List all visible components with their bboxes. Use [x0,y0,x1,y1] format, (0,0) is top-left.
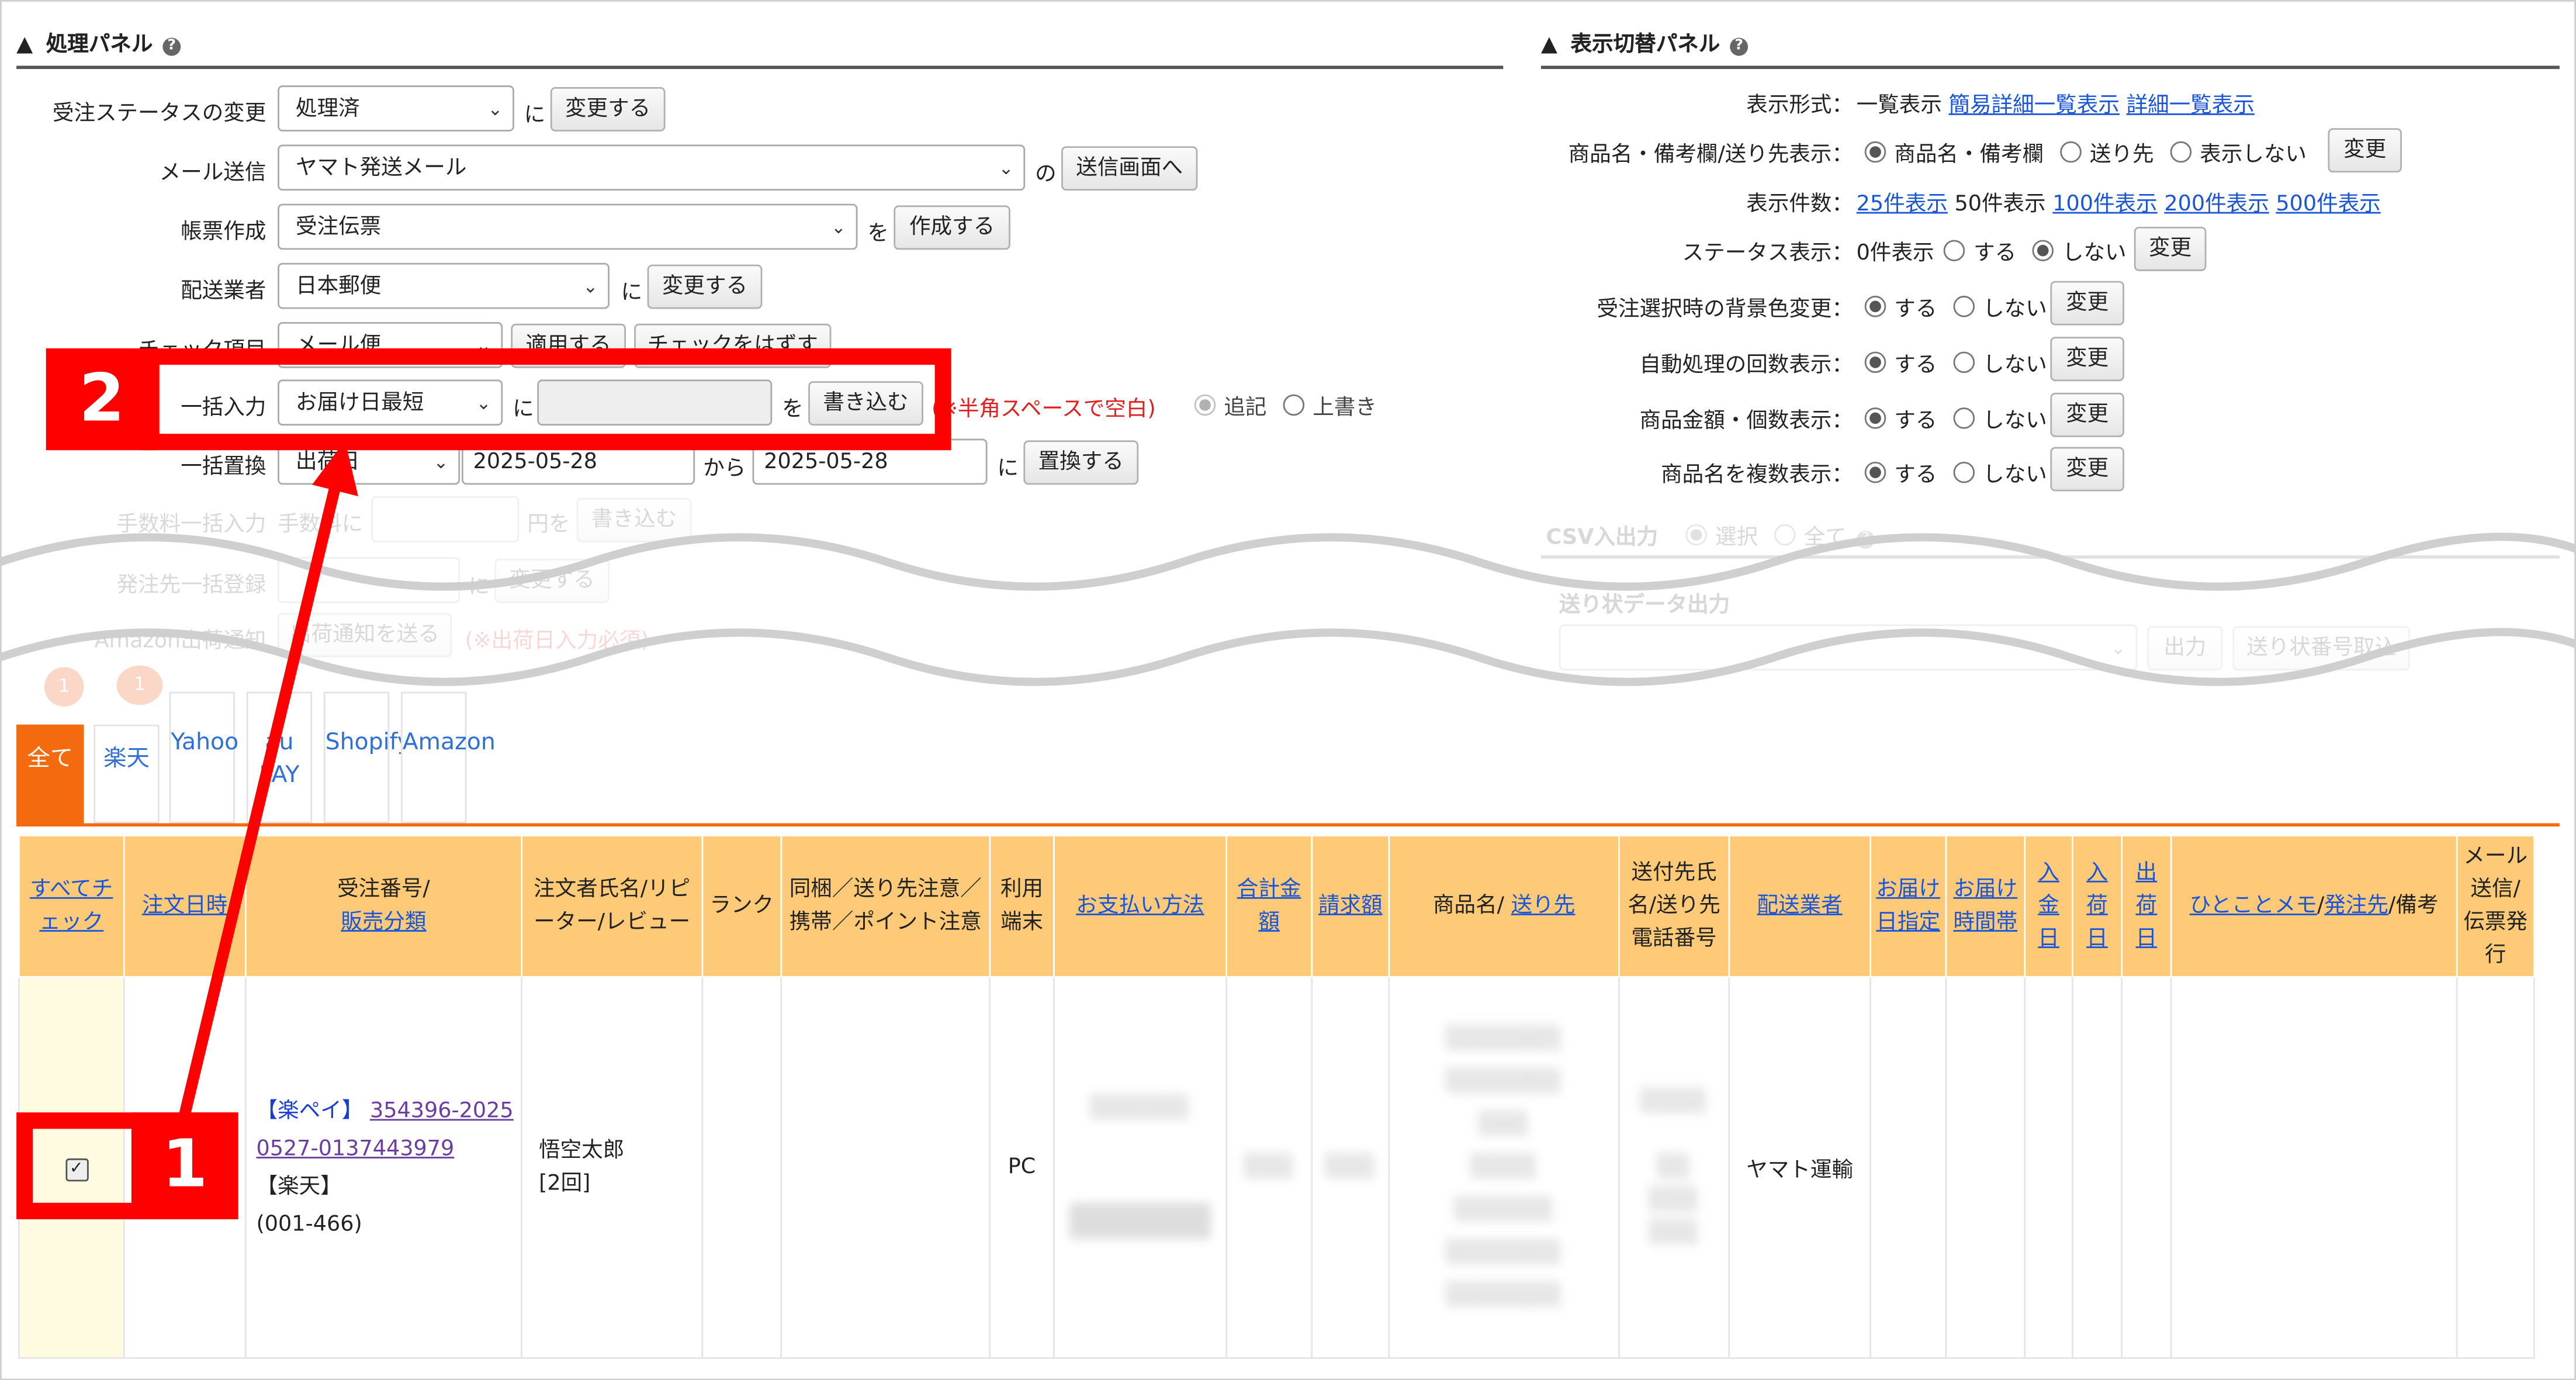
annotation-arrow [178,440,358,1119]
